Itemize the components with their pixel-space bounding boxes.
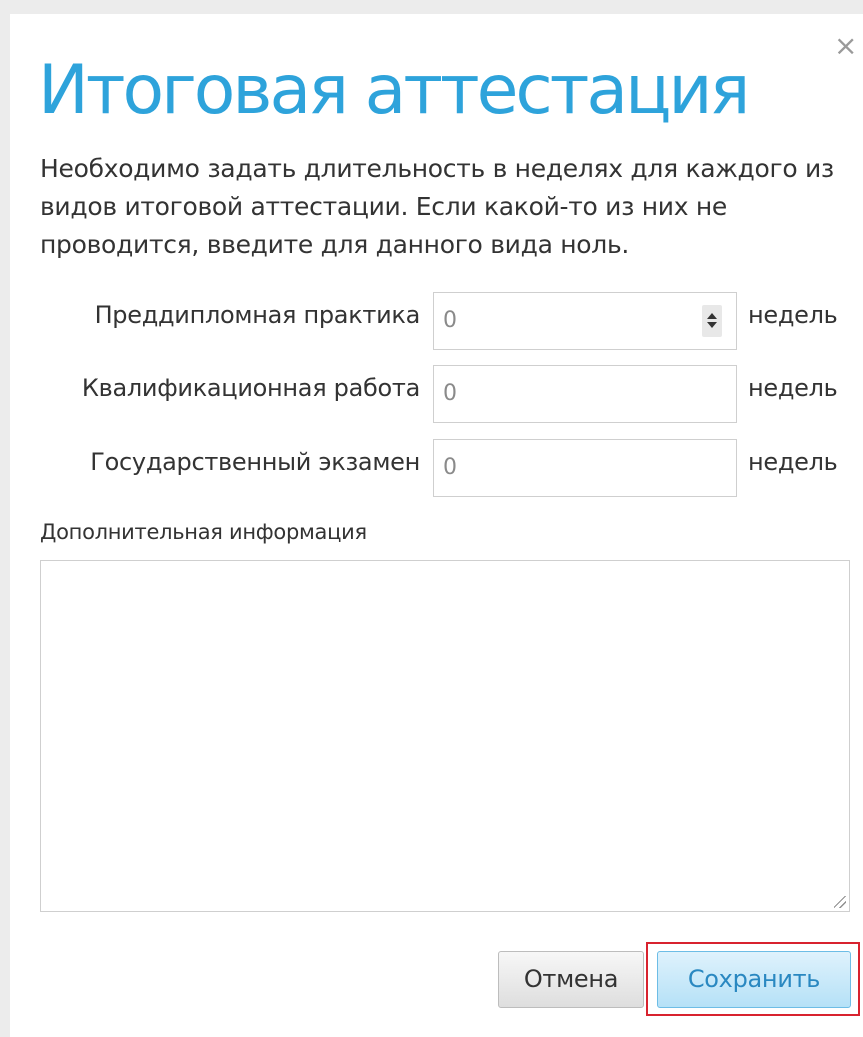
- resize-grip-icon[interactable]: [834, 896, 846, 908]
- additional-info-label: Дополнительная информация: [40, 520, 367, 544]
- qualification-work-input[interactable]: 0: [433, 365, 737, 423]
- field-label-qualification-work: Квалификационная работа: [81, 374, 420, 402]
- state-exam-input[interactable]: 0: [433, 439, 737, 497]
- spinner-down-icon[interactable]: [707, 322, 717, 328]
- save-button[interactable]: Сохранить: [657, 951, 851, 1008]
- qualification-work-value: 0: [443, 381, 457, 406]
- unit-label-weeks: недель: [748, 374, 838, 402]
- pre-diploma-practice-value: 0: [443, 308, 457, 333]
- unit-label-weeks: недель: [748, 301, 838, 329]
- dialog-description: Необходимо задать длительность в неделях…: [40, 154, 834, 259]
- pre-diploma-practice-input[interactable]: 0: [433, 292, 737, 350]
- spinner-up-icon[interactable]: [707, 313, 717, 319]
- field-label-pre-diploma-practice: Преддипломная практика: [94, 301, 421, 329]
- close-icon[interactable]: ×: [834, 26, 863, 66]
- dialog-title: Итоговая аттестация: [38, 51, 750, 130]
- unit-label-weeks: недель: [748, 448, 838, 476]
- number-spinner[interactable]: [702, 305, 722, 337]
- field-label-state-exam: Государственный экзамен: [90, 448, 420, 476]
- state-exam-value: 0: [443, 455, 457, 480]
- additional-info-textarea[interactable]: [40, 560, 850, 912]
- cancel-button[interactable]: Отмена: [498, 951, 644, 1008]
